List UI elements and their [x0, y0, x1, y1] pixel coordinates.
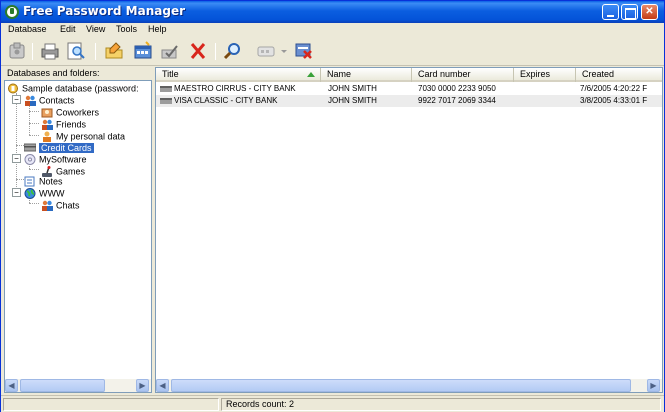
column-created[interactable]: Created: [576, 68, 662, 82]
globe-icon: [24, 188, 36, 200]
save-database-icon[interactable]: [6, 41, 28, 61]
new-folder-icon[interactable]: [103, 41, 125, 61]
column-expires[interactable]: Expires: [514, 68, 576, 82]
delete-icon[interactable]: [187, 41, 209, 61]
scroll-right-icon[interactable]: ▶: [647, 379, 660, 392]
title-bar[interactable]: Free Password Manager ✕: [1, 1, 664, 23]
tree-item-www[interactable]: WWW: [24, 187, 64, 200]
maximize-button[interactable]: [621, 4, 638, 20]
people-icon: [41, 119, 53, 131]
close-button[interactable]: ✕: [641, 4, 658, 20]
new-record-icon[interactable]: [132, 41, 154, 61]
note-icon: [24, 176, 36, 187]
tree-item-friends[interactable]: Friends: [41, 118, 86, 131]
people-icon: [41, 200, 53, 212]
credit-card-icon: [23, 142, 37, 153]
cd-icon: [24, 154, 36, 166]
table-row[interactable]: VISA CLASSIC - CITY BANK JOHN SMITH 9922…: [156, 95, 662, 107]
print-icon[interactable]: [39, 41, 61, 61]
scroll-left-icon[interactable]: ◀: [156, 379, 169, 392]
tree-scroll-thumb[interactable]: [20, 379, 105, 392]
table-row[interactable]: MAESTRO CIRRUS - CITY BANK JOHN SMITH 70…: [156, 83, 662, 95]
column-title[interactable]: Title: [156, 68, 321, 82]
menu-help[interactable]: Help: [148, 24, 167, 34]
status-bar: Records count: 2: [1, 395, 664, 412]
people-icon: [24, 95, 36, 107]
tree-item-chats[interactable]: Chats: [41, 199, 80, 212]
generate-password-icon[interactable]: [255, 41, 277, 61]
records-count: Records count: 2: [226, 399, 295, 409]
tree-item-contacts[interactable]: Contacts: [24, 94, 75, 107]
minimize-button[interactable]: [602, 4, 619, 20]
menu-database[interactable]: Database: [8, 24, 47, 34]
folder-tree[interactable]: Sample database (password: − Contacts Co…: [4, 80, 152, 393]
app-window: Free Password Manager ✕ Database Edit Vi…: [0, 0, 665, 412]
expand-www[interactable]: −: [12, 188, 21, 197]
tree-item-credit-cards[interactable]: Credit Cards: [23, 141, 94, 153]
tree-item-mysoftware[interactable]: MySoftware: [24, 153, 87, 166]
tree-hscrollbar[interactable]: ◀ ▶: [5, 379, 151, 392]
edit-record-icon[interactable]: [159, 41, 181, 61]
people-icon: [41, 107, 53, 118]
window-title: Free Password Manager: [23, 4, 185, 18]
print-preview-icon[interactable]: [65, 41, 87, 61]
app-logo-icon: [5, 5, 19, 19]
column-card-number[interactable]: Card number: [412, 68, 514, 82]
scroll-left-icon[interactable]: ◀: [5, 379, 18, 392]
scroll-right-icon[interactable]: ▶: [136, 379, 149, 392]
tree-item-coworkers[interactable]: Coworkers: [41, 106, 99, 118]
credit-card-icon: [160, 97, 172, 104]
expand-mysoftware[interactable]: −: [12, 154, 21, 163]
grid-scroll-thumb[interactable]: [171, 379, 631, 392]
credit-card-icon: [160, 85, 172, 92]
grid-header: Title Name Card number Expires Created: [156, 68, 662, 82]
tree-item-notes[interactable]: Notes: [24, 175, 63, 187]
menu-bar: Database Edit View Tools Help: [1, 23, 664, 37]
dropdown-arrow-icon[interactable]: [280, 41, 288, 61]
database-icon: [7, 83, 19, 94]
menu-view[interactable]: View: [86, 24, 105, 34]
tree-item-sample-database[interactable]: Sample database (password:: [7, 82, 139, 94]
menu-tools[interactable]: Tools: [116, 24, 137, 34]
sort-ascending-icon: [307, 72, 315, 77]
left-panel-header: Databases and folders:: [7, 68, 100, 78]
records-grid[interactable]: Title Name Card number Expires Created M…: [155, 67, 663, 393]
grid-hscrollbar[interactable]: ◀ ▶: [156, 379, 662, 392]
expand-contacts[interactable]: −: [12, 95, 21, 104]
lock-database-icon[interactable]: [293, 41, 315, 61]
search-icon[interactable]: [222, 41, 244, 61]
menu-edit[interactable]: Edit: [60, 24, 76, 34]
toolbar: [1, 37, 664, 66]
column-name[interactable]: Name: [321, 68, 412, 82]
